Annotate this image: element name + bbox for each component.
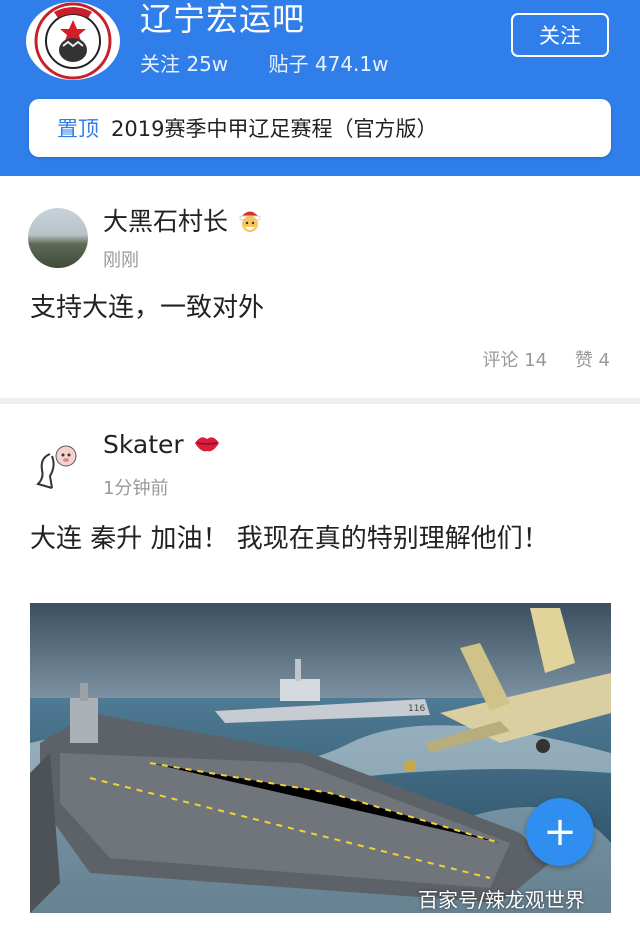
pinned-title: 2019赛季中甲辽足赛程（官方版）: [111, 117, 438, 141]
post-image[interactable]: 116: [30, 603, 611, 913]
follow-button[interactable]: 关注: [511, 13, 609, 57]
avatar[interactable]: [28, 208, 88, 268]
compose-button[interactable]: +: [526, 798, 594, 866]
pinned-tag: 置顶: [57, 117, 99, 141]
post-username[interactable]: Skater: [103, 430, 222, 459]
watermark: 百家号/辣龙观世界: [418, 888, 585, 912]
forum-logo[interactable]: [26, 2, 120, 80]
like-count[interactable]: 赞 4: [575, 350, 610, 371]
post-content: 支持大连，一致对外: [30, 293, 265, 323]
avatar[interactable]: [28, 436, 88, 496]
post-count: 贴子 474.1w: [268, 52, 389, 76]
forum-name: 辽宁宏运吧: [140, 0, 306, 38]
follow-count: 关注 25w: [140, 52, 229, 76]
post-time: 1分钟前: [103, 478, 169, 499]
comment-count[interactable]: 评论 14: [482, 350, 547, 371]
post-meta: 评论 14 赞 4: [460, 346, 610, 372]
lips-icon: [192, 430, 222, 459]
pinned-post[interactable]: 置顶 2019赛季中甲辽足赛程（官方版）: [29, 99, 611, 157]
forum-header: 辽宁宏运吧 关注 25w 贴子 474.1w 关注 置顶 2019赛季中甲辽足赛…: [0, 0, 640, 176]
aircraft-carrier-image: 116: [30, 603, 611, 913]
post-time: 刚刚: [103, 250, 139, 271]
post-card[interactable]: 大黑石村长 刚刚 支持大连，一致对外 评论 14 赞 4: [0, 176, 640, 398]
forum-stats: 关注 25w 贴子 474.1w: [140, 48, 423, 77]
santa-emoji-icon: [236, 207, 264, 236]
plus-icon: +: [543, 809, 577, 855]
post-username[interactable]: 大黑石村长: [103, 202, 264, 238]
post-content: 大连 秦升 加油！ 我现在真的特别理解他们！: [30, 524, 549, 554]
svg-text:116: 116: [408, 704, 425, 714]
